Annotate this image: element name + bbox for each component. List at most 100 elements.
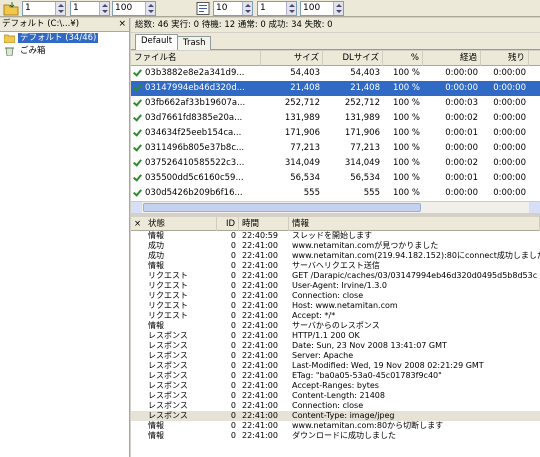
spin-6[interactable]: 100 (300, 1, 344, 16)
log-row[interactable]: リクエスト 0 22:41:00 User-Agent: Irvine/1.3.0 (131, 281, 540, 291)
column-header[interactable]: 速度(B/s (529, 51, 540, 66)
column-header[interactable]: 残り (481, 51, 529, 66)
table-cell: 037526410585522c3... (131, 156, 261, 171)
table-cell: 131,989 (344, 113, 380, 123)
spin-5-value: 1 (260, 3, 266, 13)
log-cell: Host: www.netamitan.com (292, 301, 398, 310)
log-cell: 0 (230, 271, 236, 280)
log-cell: 22:41:00 (242, 421, 278, 430)
table-row[interactable]: 035500dd5c6160c59... 56,534 56,534 100 % 0:0… (131, 171, 540, 186)
table-row[interactable]: 03fb662af33b19607a... 252,712 252,712 100 %… (131, 96, 540, 111)
table-row[interactable]: 037526410585522c3... 314,049 314,049 100 % 0… (131, 156, 540, 171)
log-cell: 0 (230, 351, 236, 360)
spin-arrows-icon[interactable] (145, 2, 155, 15)
spin-arrows-icon[interactable] (99, 2, 109, 15)
log-row[interactable]: レスポンス 0 22:41:00 HTTP/1.1 200 OK (131, 331, 540, 341)
log-cell: 22:41:00 (242, 321, 278, 330)
table-cell: 0:00:00 (445, 68, 478, 78)
log-cell: 22:41:00 (242, 381, 278, 390)
tab-trash[interactable]: Trash (177, 36, 212, 50)
tree-item-default[interactable]: デフォルト (34/46) (0, 32, 129, 45)
spin-4[interactable]: 10 (213, 1, 253, 16)
log-row[interactable]: 情報 0 22:40:59 スレッドを開始します (131, 231, 540, 241)
log-row[interactable]: 情報 0 22:41:00 サーバからのレスポンス (131, 321, 540, 331)
spin-1[interactable]: 1 (22, 1, 66, 16)
spin-3[interactable]: 100 (112, 1, 156, 16)
spin-arrows-icon[interactable] (55, 2, 65, 15)
schedule-icon[interactable] (196, 1, 210, 16)
column-header[interactable]: % (383, 51, 423, 66)
log-row[interactable]: リクエスト 0 22:41:00 Host: www.netamitan.com (131, 301, 540, 311)
column-header[interactable]: DLサイズ (323, 51, 383, 66)
spin-2[interactable]: 1 (70, 1, 110, 16)
folder-icon[interactable] (3, 1, 19, 16)
log-cell: レスポンス (148, 381, 188, 390)
log-column-header[interactable]: ID (217, 217, 239, 231)
log-cell: 0 (230, 231, 236, 240)
spin-arrows-icon[interactable] (242, 2, 252, 15)
table-cell: 65,99 (529, 111, 540, 126)
log-row[interactable]: 成功 0 22:41:00 www.netamitan.com(219.94.182.… (131, 251, 540, 261)
log-row[interactable]: レスポンス 0 22:41:00 Connection: close (131, 401, 540, 411)
log-cell: リクエスト (148, 311, 188, 320)
table-cell: 54,403 (290, 68, 320, 78)
log-cell: 22:41:00 (242, 411, 278, 420)
log-cell: 22:41:00 (242, 311, 278, 320)
file-name: 034634f25eeb154ca... (145, 128, 242, 138)
scroll-left-icon[interactable] (131, 202, 142, 213)
table-row[interactable]: 03d7661fd8385e20a... 131,989 131,989 100 % 0… (131, 111, 540, 126)
log-row[interactable]: レスポンス 0 22:41:00 Content-Type: image/jpeg (131, 411, 540, 421)
log-row[interactable]: レスポンス 0 22:41:00 Date: Sun, 23 Nov 2008 13:… (131, 341, 540, 351)
table-row[interactable]: 03b3882e8e2a341d9... 54,403 54,403 100 % 0:0… (131, 66, 540, 81)
spin-arrows-icon[interactable] (286, 2, 296, 15)
log-row[interactable]: 情報 0 22:41:00 www.netamitan.com:80から切断します (131, 421, 540, 431)
table-row[interactable]: 034634f25eeb154ca... 171,906 171,906 100 % 0… (131, 126, 540, 141)
log-cell: 0 (230, 261, 236, 270)
log-column-header[interactable]: 状態 (145, 217, 217, 231)
log-cell: 0 (230, 371, 236, 380)
column-header[interactable]: ファイル名 (131, 51, 261, 66)
scroll-right-icon[interactable] (529, 202, 540, 213)
table-cell: 0:00:00 (493, 188, 526, 198)
column-header[interactable]: サイズ (261, 51, 323, 66)
close-icon[interactable]: × (131, 217, 145, 231)
table-row[interactable]: 03147994eb46d320d... 21,408 21,408 100 % 0:0… (131, 81, 540, 96)
table-row[interactable]: 0311496b805e37b8c... 77,213 77,213 100 % 0:0… (131, 141, 540, 156)
log-row[interactable]: レスポンス 0 22:41:00 Accept-Ranges: bytes (131, 381, 540, 391)
log-cell: GET /Darapic/caches/03/03147994eb46d320d… (292, 271, 538, 280)
log-cell: 成功 (148, 251, 164, 260)
log-row[interactable]: レスポンス 0 22:41:00 Last-Modified: Wed, 19 Nov… (131, 361, 540, 371)
log-cell: レスポンス (148, 371, 188, 380)
spin-3-value: 100 (115, 3, 133, 13)
log-column-header[interactable]: 情報 (289, 217, 540, 231)
horizontal-scrollbar[interactable] (131, 201, 540, 213)
spin-arrows-icon[interactable] (333, 2, 343, 15)
log-cell: 0 (230, 321, 236, 330)
table-row[interactable]: 030d5426b209b6f16... 555 555 100 % 0:00:00 0:… (131, 186, 540, 201)
log-row[interactable]: リクエスト 0 22:41:00 Accept: */* (131, 311, 540, 321)
close-icon[interactable]: × (118, 18, 126, 31)
tree-item-trash[interactable]: ごみ箱 (0, 45, 129, 58)
log-row[interactable]: レスポンス 0 22:41:00 Server: Apache (131, 351, 540, 361)
table-cell: 0:00:02 (445, 158, 478, 168)
table-cell: 0:00:00 (493, 113, 526, 123)
table-cell: 0:00:00 (493, 173, 526, 183)
log-row[interactable]: リクエスト 0 22:41:00 Connection: close (131, 291, 540, 301)
log-cell: 22:41:00 (242, 361, 278, 370)
table-cell: 100 % (392, 128, 420, 138)
tab-default[interactable]: Default (135, 34, 179, 50)
log-row[interactable]: レスポンス 0 22:41:00 Content-Length: 21408 (131, 391, 540, 401)
table-cell: 100 % (392, 113, 420, 123)
log-row[interactable]: レスポンス 0 22:41:00 ETag: "ba0a05-53a0-45c0178… (131, 371, 540, 381)
log-column-header[interactable]: 時間 (239, 217, 289, 231)
log-row[interactable]: リクエスト 0 22:41:00 GET /Darapic/caches/03/031… (131, 271, 540, 281)
column-header[interactable]: 経過 (423, 51, 481, 66)
log-row[interactable]: 情報 0 22:41:00 ダウンロードに成功しました (131, 431, 540, 441)
file-name: 03fb662af33b19607a... (145, 98, 246, 108)
log-row[interactable]: 情報 0 22:41:00 サーバへリクエスト送信 (131, 261, 540, 271)
log-row[interactable]: 成功 0 22:41:00 www.netamitan.comが見つかりました (131, 241, 540, 251)
scroll-thumb[interactable] (143, 203, 421, 212)
log-cell: リクエスト (148, 301, 188, 310)
table-cell: 03d7661fd8385e20a... (131, 111, 261, 126)
spin-5[interactable]: 1 (257, 1, 297, 16)
